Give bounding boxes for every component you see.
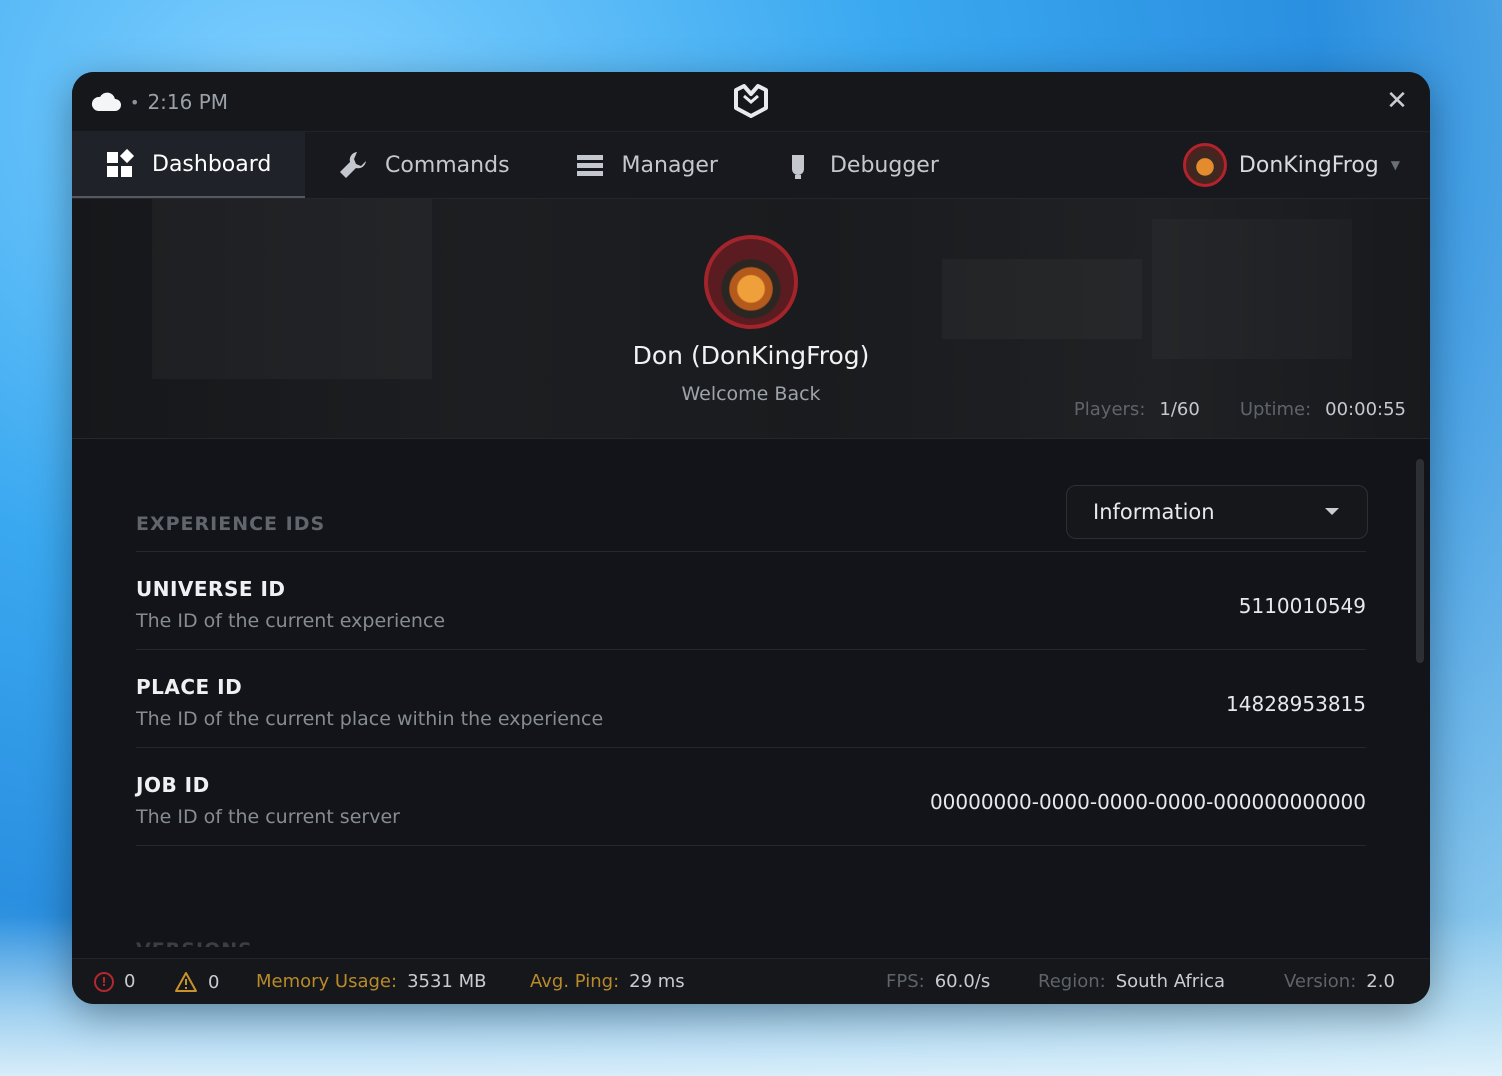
fps-label: FPS:: [886, 971, 925, 992]
version: Version: 2.0: [1284, 971, 1395, 992]
region: Region: South Africa: [1038, 971, 1225, 992]
user-menu[interactable]: DonKingFrog ▼: [1182, 132, 1400, 198]
row-value[interactable]: 00000000-0000-0000-0000-000000000000: [930, 790, 1366, 814]
version-value: 2.0: [1366, 971, 1395, 992]
error-icon: !: [94, 971, 114, 992]
app-window: • 2:16 PM ✕ Dashboard Commands Manager D…: [72, 72, 1430, 1004]
username: DonKingFrog: [1238, 152, 1379, 178]
server-stats: Players: 1/60 Uptime: 00:00:55: [1074, 399, 1406, 420]
memory-label: Memory Usage:: [256, 971, 398, 992]
error-count[interactable]: ! 0: [94, 971, 135, 992]
row-title: JOB ID: [136, 773, 210, 797]
row-title: PLACE ID: [136, 675, 243, 699]
region-value: South Africa: [1115, 971, 1226, 992]
error-count-value: 0: [124, 971, 136, 992]
info-select-value: Information: [1093, 500, 1215, 524]
version-label: Version:: [1284, 971, 1357, 992]
row-description: The ID of the current place within the e…: [136, 708, 604, 730]
fps: FPS: 60.0/s: [886, 971, 990, 992]
separator-dot: •: [130, 92, 140, 112]
close-icon[interactable]: ✕: [1382, 86, 1412, 116]
fps-value: 60.0/s: [934, 971, 991, 992]
chevron-down-icon: [1325, 508, 1339, 515]
warning-icon: [175, 972, 197, 992]
uptime-label: Uptime:: [1239, 399, 1312, 420]
tab-label: Commands: [385, 152, 510, 178]
section-title: VERSIONS: [136, 939, 253, 947]
section-title: EXPERIENCE IDS: [136, 513, 326, 535]
bug-icon: [791, 155, 804, 179]
list-item: JOB ID The ID of the current server 0000…: [136, 748, 1366, 845]
banner-backdrop: [942, 259, 1142, 339]
list-item: UNIVERSE ID The ID of the current experi…: [136, 552, 1366, 649]
wrench-icon: [340, 152, 366, 178]
info-select[interactable]: Information: [1066, 485, 1368, 539]
tab-label: Manager: [621, 152, 718, 178]
tab-label: Debugger: [829, 152, 939, 178]
profile-name: Don (DonKingFrog): [632, 341, 870, 370]
ping-value: 29 ms: [629, 971, 685, 992]
warning-count[interactable]: 0: [174, 971, 219, 993]
players-label: Players:: [1073, 399, 1146, 420]
profile-avatar: [704, 235, 798, 329]
ping-label: Avg. Ping:: [530, 971, 620, 992]
title-bar: • 2:16 PM ✕: [72, 72, 1430, 132]
tab-dashboard[interactable]: Dashboard: [72, 132, 305, 198]
row-value[interactable]: 14828953815: [1226, 692, 1366, 716]
profile-banner: Don (DonKingFrog) Welcome Back Players: 1…: [72, 199, 1430, 439]
memory-usage: Memory Usage: 3531 MB: [256, 971, 487, 992]
tab-commands[interactable]: Commands: [305, 132, 542, 198]
scrollbar[interactable]: [1416, 459, 1424, 663]
clock-time: 2:16 PM: [147, 90, 229, 114]
tab-label: Dashboard: [152, 151, 272, 177]
title-bar-status: • 2:16 PM: [90, 72, 228, 132]
row-value[interactable]: 5110010549: [1239, 594, 1366, 618]
row-description: The ID of the current experience: [136, 610, 446, 632]
players-value: 1/60: [1159, 399, 1200, 420]
avg-ping: Avg. Ping: 29 ms: [530, 971, 685, 992]
tab-debugger[interactable]: Debugger: [750, 132, 971, 198]
status-bar: ! 0 0 Memory Usage: 3531 MB Avg. Ping: 2…: [72, 958, 1430, 1004]
divider: [136, 845, 1366, 846]
row-description: The ID of the current server: [136, 806, 400, 828]
main-nav: Dashboard Commands Manager Debugger DonK…: [72, 132, 1430, 199]
banner-backdrop: [1152, 219, 1352, 359]
region-label: Region:: [1038, 971, 1106, 992]
chevron-down-icon: ▼: [1390, 158, 1400, 172]
memory-value: 3531 MB: [407, 971, 487, 992]
avatar: [1182, 143, 1227, 187]
players-stat: Players: 1/60: [1074, 399, 1200, 420]
list-item: PLACE ID The ID of the current place wit…: [136, 650, 1366, 747]
row-title: UNIVERSE ID: [136, 577, 286, 601]
uptime-stat: Uptime: 00:00:55: [1240, 399, 1406, 420]
warning-count-value: 0: [208, 971, 220, 993]
info-panel: EXPERIENCE IDS Information UNIVERSE ID T…: [72, 439, 1430, 959]
uptime-value: 00:00:55: [1325, 399, 1406, 420]
list-icon: [576, 155, 603, 176]
tab-manager[interactable]: Manager: [542, 132, 750, 198]
grid-icon: [107, 148, 135, 177]
app-logo-icon: [734, 84, 768, 118]
cloud-icon: [91, 92, 121, 111]
